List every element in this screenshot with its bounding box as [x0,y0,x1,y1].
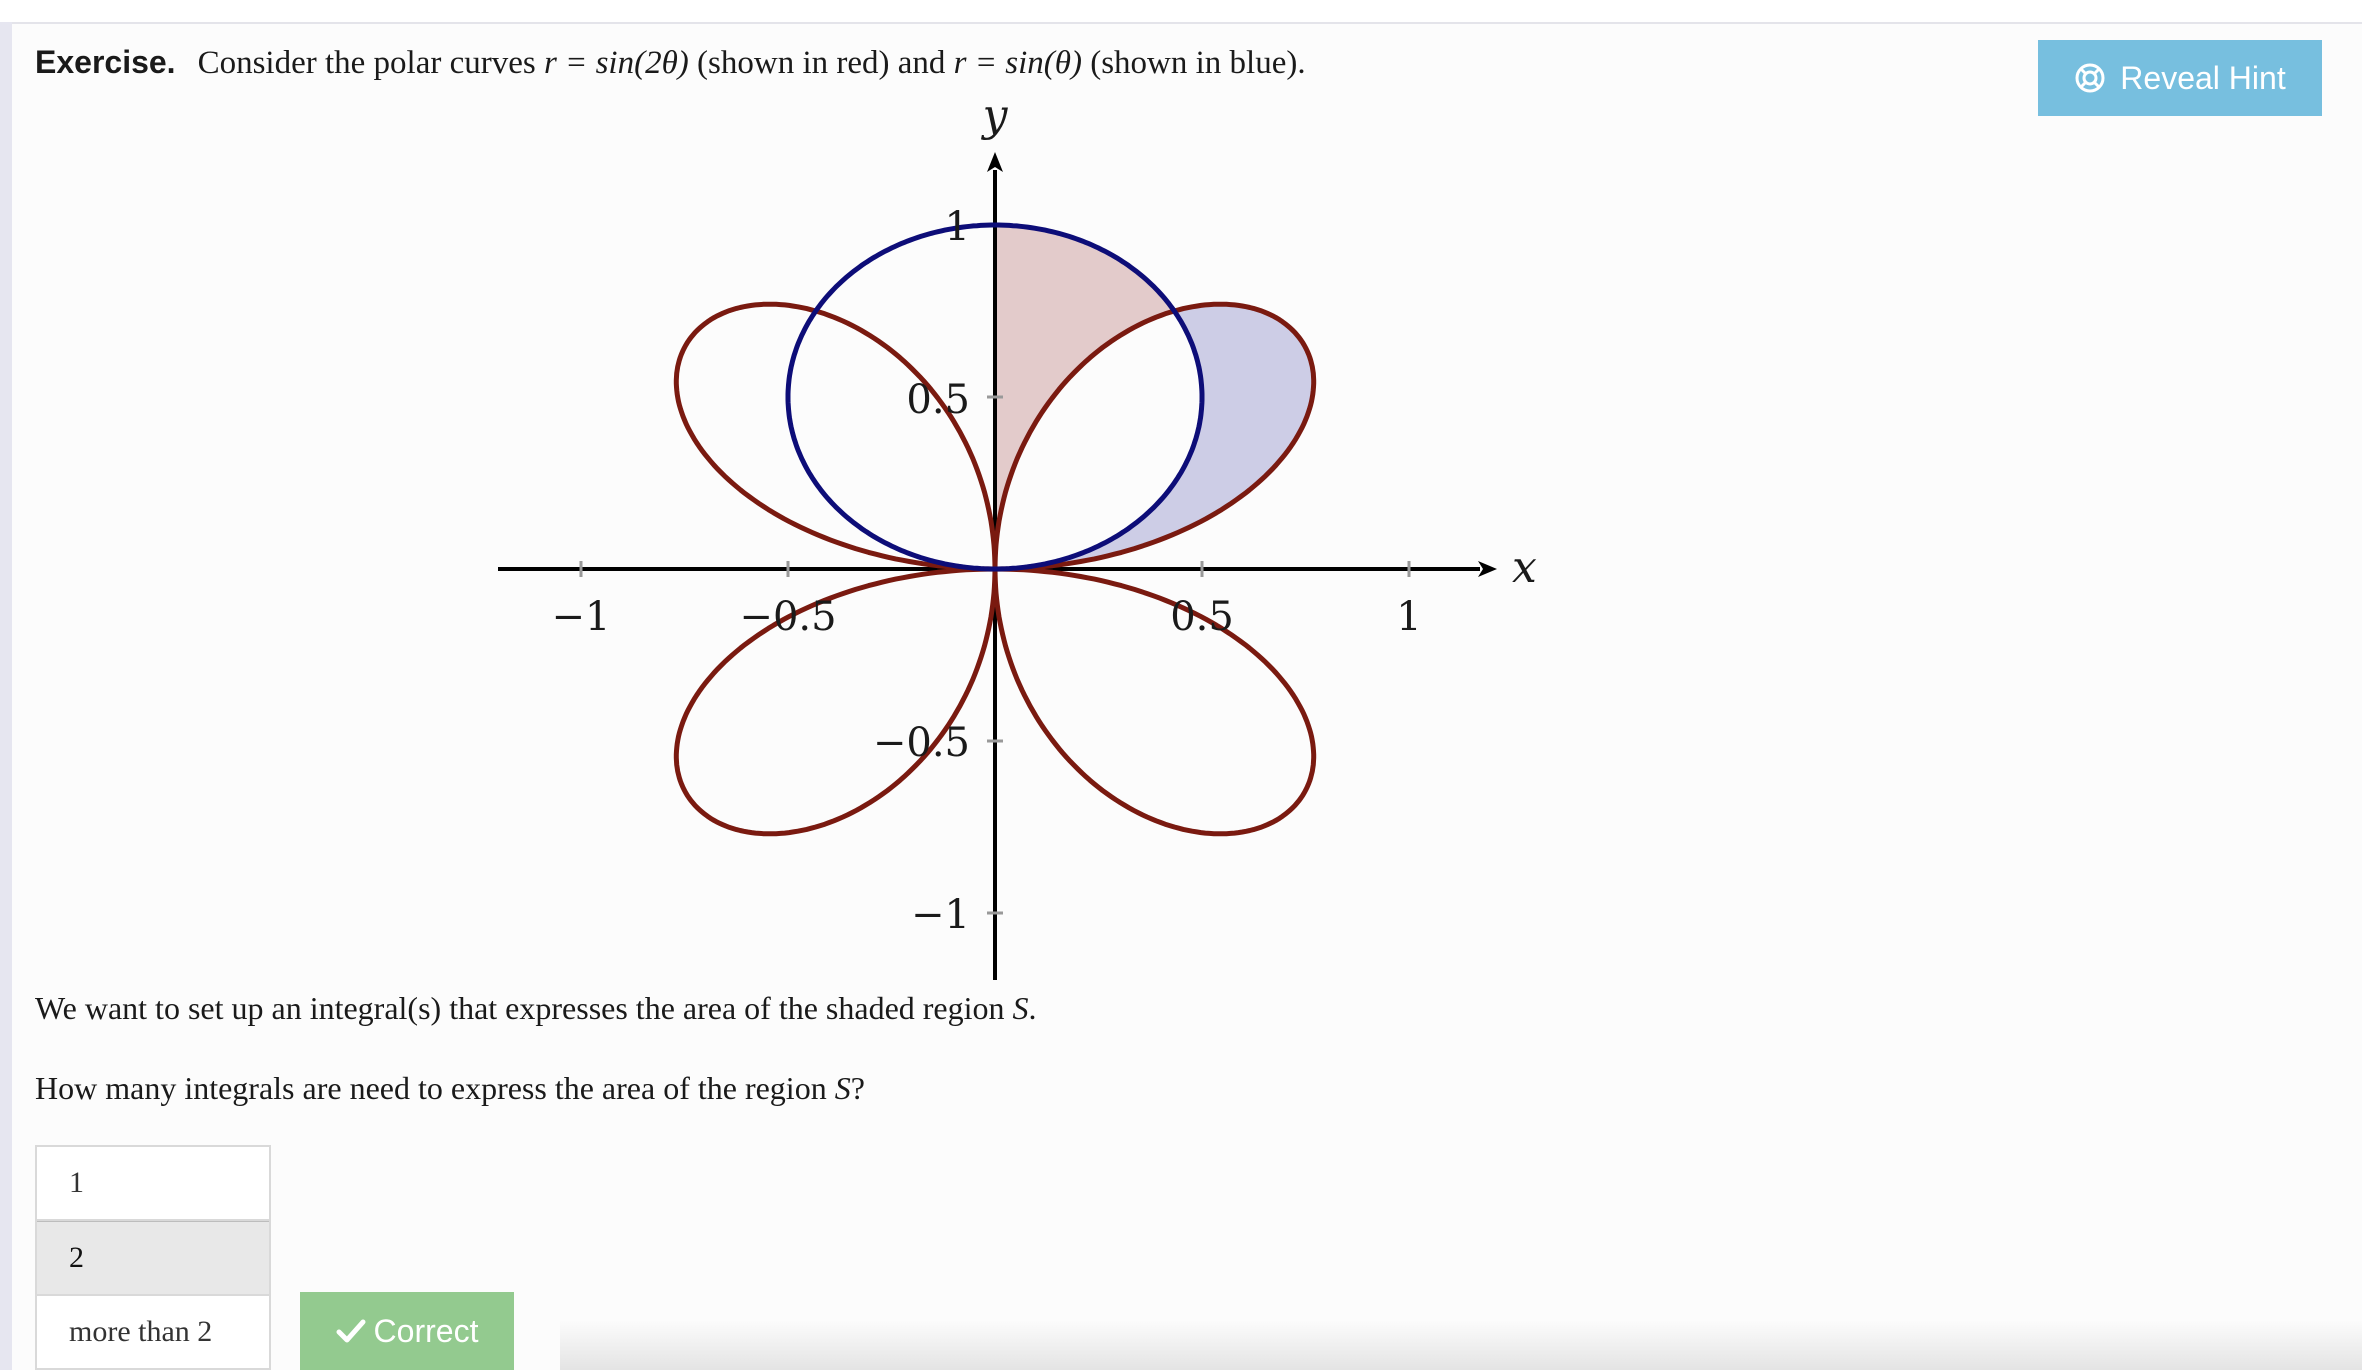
answer-option-2[interactable]: 2 [37,1221,269,1296]
question-text: How many integrals are need to express t… [35,1070,835,1106]
y-axis-label: y [981,90,1009,141]
bottom-shadow [560,1320,2362,1370]
y-axis-arrow [987,152,1003,172]
answer-option-1[interactable]: 1 [37,1147,269,1221]
correct-label: Correct [373,1312,479,1349]
setup-text: We want to set up an integral(s) that ex… [35,990,1013,1026]
x-tick-label-neg05: −0.5 [739,594,836,640]
x-tick-label-neg1: −1 [552,594,611,640]
polar-curves-figure: −1 −0.5 0.5 1 1 0.5 −0.5 −1 x y [498,90,1537,980]
setup-paragraph: We want to set up an integral(s) that ex… [35,990,1037,1027]
answer-option-more-than-2[interactable]: more than 2 [37,1296,269,1368]
setup-text-end: . [1028,990,1037,1026]
x-tick-label-05: 0.5 [1170,594,1234,640]
region-symbol: S [1012,990,1029,1026]
checkmark-icon [336,1319,366,1343]
correct-feedback-button[interactable]: Correct [300,1292,514,1370]
x-axis-arrow [1478,561,1497,577]
answer-options: 1 2 more than 2 [35,1145,271,1370]
y-tick-label-1: 1 [945,204,970,250]
x-axis-label: x [1512,542,1537,593]
question-text-end: ? [850,1070,865,1106]
y-tick-label-05: 0.5 [906,377,970,423]
question-paragraph: How many integrals are need to express t… [35,1070,865,1107]
region-symbol: S [834,1070,851,1106]
y-tick-label-neg05: −0.5 [873,720,970,766]
y-tick-label-neg1: −1 [911,892,970,938]
x-tick-label-1: 1 [1396,594,1421,640]
